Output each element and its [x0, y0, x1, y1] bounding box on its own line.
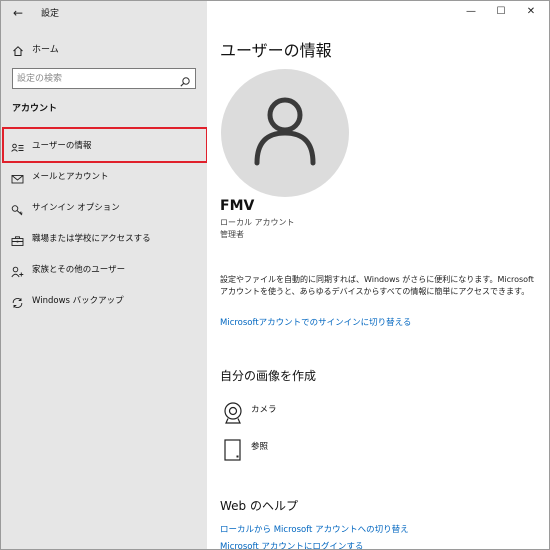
- sidebar-item-mail-accounts[interactable]: メールとアカウント: [1, 161, 207, 191]
- user-info-icon: [11, 139, 24, 152]
- maximize-button[interactable]: ☐: [493, 5, 509, 19]
- sync-description: 設定やファイルを自動的に同期すれば、Windows がさらに便利になります。Mi…: [220, 275, 534, 296]
- settings-window: ← 設定 ホーム アカウント ユーザーの情報 メールとア: [0, 0, 550, 550]
- account-type: ローカル アカウント: [220, 218, 295, 227]
- sync-icon: [11, 294, 24, 308]
- help-link-login-account[interactable]: Microsoft アカウントにログインする: [220, 540, 363, 549]
- sidebar: ← 設定 ホーム アカウント ユーザーの情報 メールとア: [1, 1, 208, 549]
- browse-label: 参照: [251, 442, 269, 452]
- main-content: ユーザーの情報 FMV ローカル アカウント 管理者 設定やファイルを自動的に同…: [207, 1, 549, 549]
- browse-option[interactable]: 参照: [221, 438, 421, 464]
- search-icon[interactable]: [179, 73, 191, 87]
- sidebar-item-label: メールとアカウント: [32, 172, 109, 182]
- sidebar-item-family-users[interactable]: 家族とその他のユーザー: [1, 254, 207, 284]
- camera-option[interactable]: カメラ: [221, 401, 421, 427]
- create-picture-title: 自分の画像を作成: [220, 369, 317, 383]
- sidebar-item-label: ユーザーの情報: [32, 141, 92, 151]
- file-browse-icon: [221, 438, 245, 462]
- web-help-title: Web のヘルプ: [220, 499, 298, 513]
- nav-home-label: ホーム: [32, 45, 59, 55]
- home-icon: [12, 42, 24, 56]
- key-icon: [11, 201, 24, 216]
- search-box[interactable]: [12, 68, 196, 89]
- sidebar-item-user-info[interactable]: ユーザーの情報: [2, 127, 208, 163]
- back-button[interactable]: ←: [7, 3, 29, 23]
- signin-microsoft-link[interactable]: Microsoftアカウントでのサインインに切り替える: [220, 316, 411, 328]
- sidebar-item-work-school[interactable]: 職場または学校にアクセスする: [1, 223, 207, 253]
- help-link-switch-account[interactable]: ローカルから Microsoft アカウントへの切り替え: [220, 523, 409, 535]
- briefcase-icon: [11, 232, 24, 246]
- account-role: 管理者: [220, 230, 244, 239]
- person-add-icon: [11, 263, 24, 278]
- sidebar-item-label: サインイン オプション: [32, 203, 120, 213]
- section-label-account: アカウント: [12, 104, 58, 114]
- sidebar-item-signin-options[interactable]: サインイン オプション: [1, 192, 207, 222]
- user-name: FMV: [220, 198, 255, 214]
- sidebar-item-windows-backup[interactable]: Windows バックアップ: [1, 285, 207, 315]
- search-input[interactable]: [17, 71, 177, 86]
- sidebar-item-label: 家族とその他のユーザー: [32, 265, 126, 275]
- user-silhouette-icon: [254, 97, 316, 166]
- sidebar-item-label: Windows バックアップ: [32, 296, 124, 306]
- page-title: ユーザーの情報: [220, 41, 332, 60]
- close-button[interactable]: ✕: [523, 5, 539, 19]
- sidebar-item-label: 職場または学校にアクセスする: [32, 234, 151, 244]
- avatar: [221, 69, 349, 197]
- title-bar: ← 設定: [1, 1, 207, 25]
- window-controls: — ☐ ✕: [429, 1, 549, 25]
- camera-label: カメラ: [251, 405, 277, 415]
- mail-icon: [11, 170, 24, 184]
- app-title: 設定: [41, 9, 60, 19]
- camera-icon: [221, 401, 245, 425]
- nav-home[interactable]: ホーム: [1, 39, 207, 59]
- minimize-button[interactable]: —: [463, 5, 479, 19]
